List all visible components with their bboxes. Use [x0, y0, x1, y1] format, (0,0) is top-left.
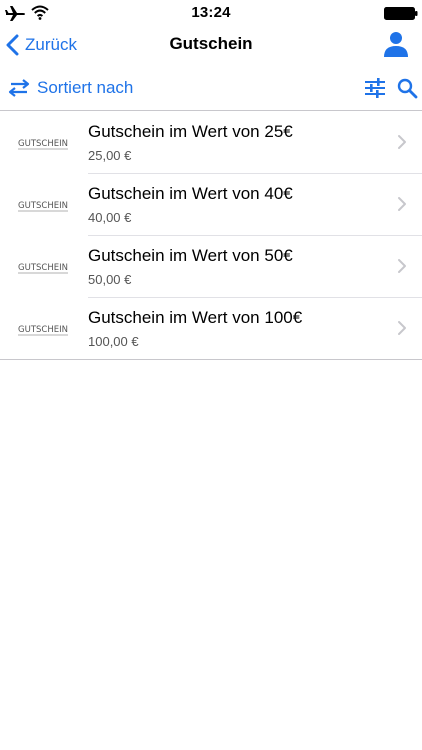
thumbnail-text: GUTSCHEIN — [18, 325, 68, 335]
chevron-right-icon — [398, 321, 406, 335]
battery-icon — [384, 7, 418, 20]
list-item[interactable]: GUTSCHEIN Gutschein im Wert von 50€ 50,0… — [0, 235, 422, 297]
filter-sliders-icon[interactable] — [364, 77, 386, 99]
sort-button[interactable]: Sortiert nach — [7, 76, 133, 100]
item-price: 100,00 € — [88, 334, 139, 349]
status-bar: 13:24 — [0, 0, 422, 26]
chevron-right-icon — [398, 197, 406, 211]
toolbar: Sortiert nach — [0, 64, 422, 111]
item-title: Gutschein im Wert von 100€ — [88, 308, 303, 327]
sort-label: Sortiert nach — [37, 78, 134, 97]
navigation-bar: Zurück Gutschein — [0, 26, 422, 64]
item-title: Gutschein im Wert von 50€ — [88, 246, 293, 265]
item-price: 40,00 € — [88, 210, 132, 225]
chevron-right-icon — [398, 259, 406, 273]
item-title: Gutschein im Wert von 40€ — [88, 184, 293, 203]
list-item[interactable]: GUTSCHEIN Gutschein im Wert von 100€ 100… — [0, 297, 422, 359]
thumbnail-text: GUTSCHEIN — [18, 263, 68, 273]
sort-arrows-icon — [8, 79, 30, 97]
voucher-thumbnail: GUTSCHEIN — [14, 129, 72, 155]
voucher-thumbnail: GUTSCHEIN — [14, 315, 72, 341]
list-item[interactable]: GUTSCHEIN Gutschein im Wert von 25€ 25,0… — [0, 111, 422, 173]
voucher-thumbnail: GUTSCHEIN — [14, 191, 72, 217]
thumbnail-text: GUTSCHEIN — [18, 139, 68, 149]
chevron-right-icon — [398, 135, 406, 149]
user-icon[interactable] — [382, 30, 410, 58]
thumbnail-text: GUTSCHEIN — [18, 201, 68, 211]
item-price: 25,00 € — [88, 148, 132, 163]
voucher-thumbnail: GUTSCHEIN — [14, 253, 72, 279]
voucher-list: GUTSCHEIN Gutschein im Wert von 25€ 25,0… — [0, 111, 422, 360]
page-title: Gutschein — [169, 34, 253, 53]
search-icon[interactable] — [396, 77, 418, 99]
list-item[interactable]: GUTSCHEIN Gutschein im Wert von 40€ 40,0… — [0, 173, 422, 235]
item-title: Gutschein im Wert von 25€ — [88, 122, 293, 141]
item-price: 50,00 € — [88, 272, 132, 287]
status-time: 13:24 — [191, 4, 231, 21]
